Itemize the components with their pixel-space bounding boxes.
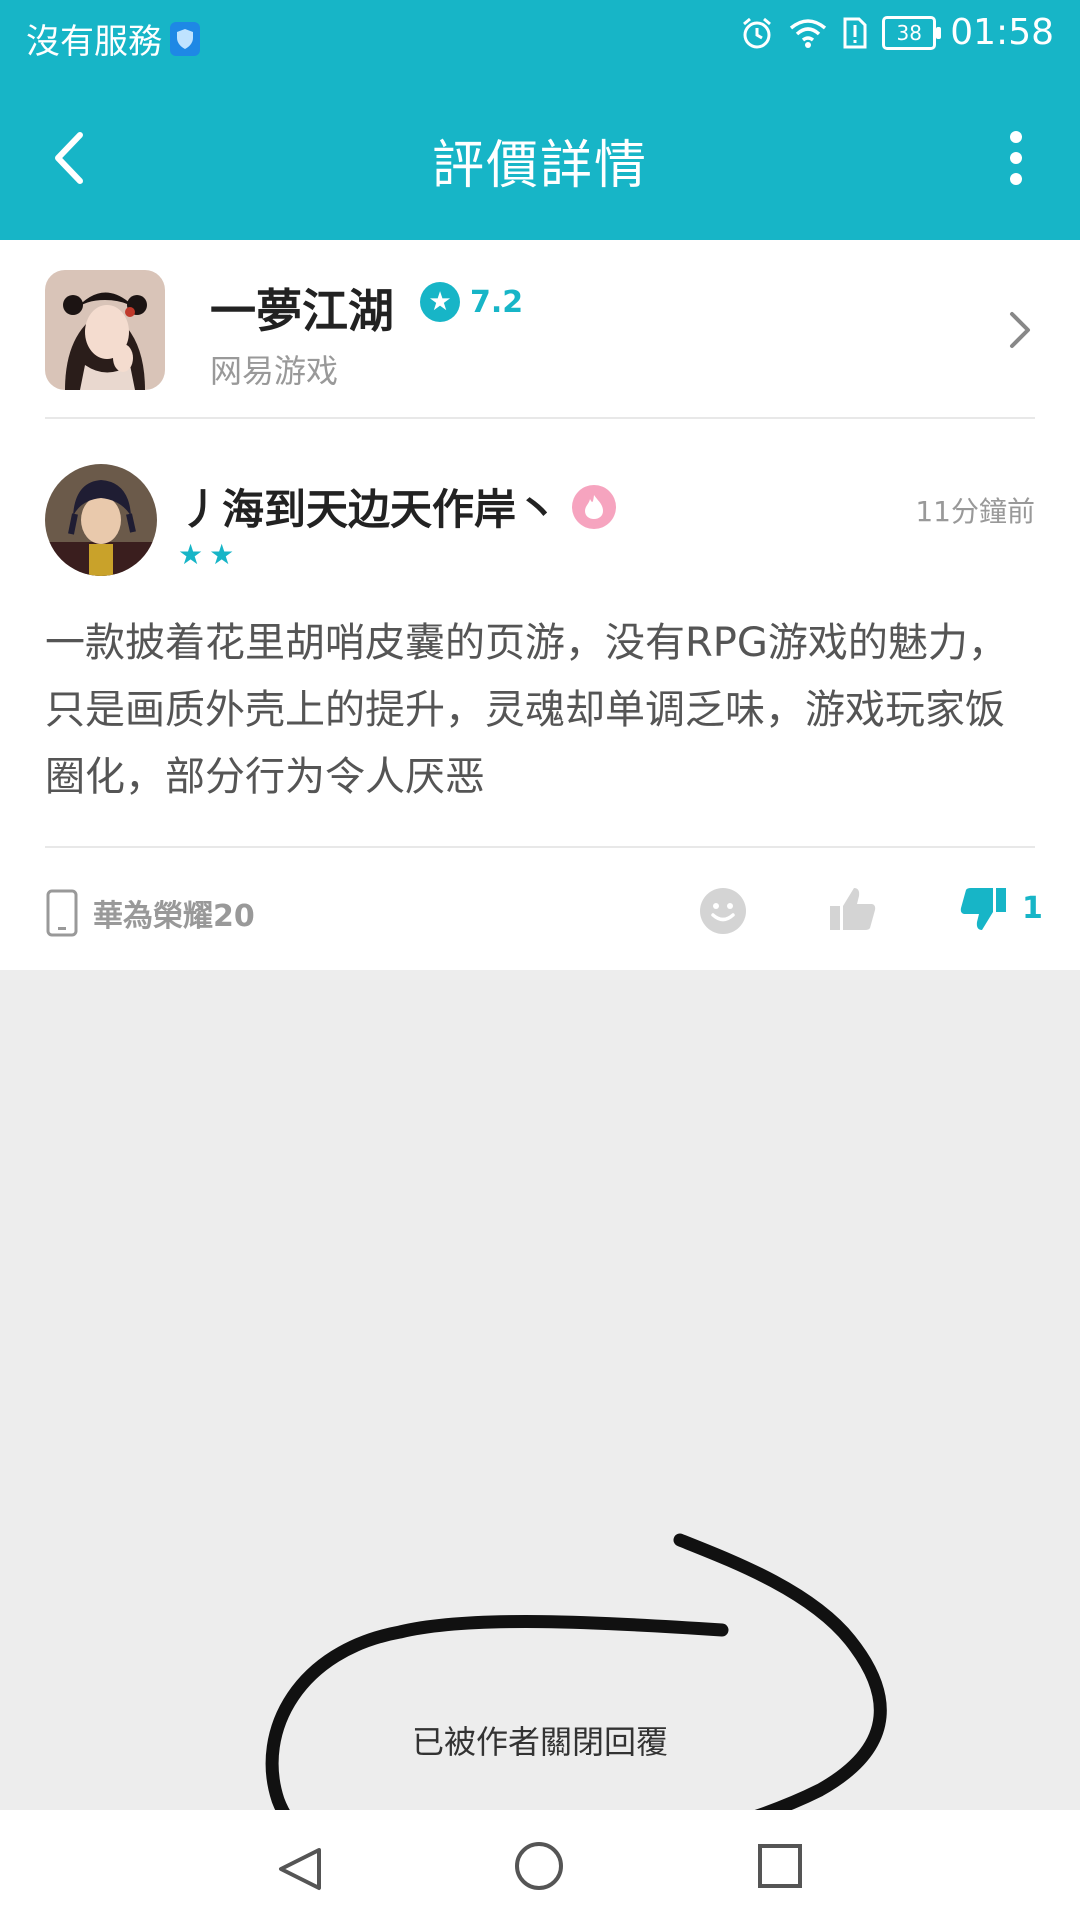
review-stars: ★★ [178,538,241,571]
device-info: 華為榮耀20 [45,888,255,938]
system-nav-bar [0,1810,1080,1920]
wifi-icon [790,18,827,48]
status-right: 38 01:58 [740,12,1054,53]
shield-icon [170,21,200,56]
nav-home-icon[interactable] [515,1842,563,1890]
carrier-text: 沒有服務 [26,22,162,62]
status-bar: 沒有服務 38 01:58 [0,0,1080,75]
game-name: 一夢江湖 [210,284,394,338]
review-text: 一款披着花里胡哨皮囊的页游，没有RPG游戏的魅力，只是画质外壳上的提升，灵魂却单… [45,620,1008,800]
game-info-row[interactable]: 一夢江湖 ★ 7.2 网易游戏 [0,240,1080,418]
username-text: 丿海到天边天作岸丶 [180,485,559,534]
dislike-count: 1 [1022,891,1043,926]
nav-recents-icon[interactable] [758,1844,802,1888]
more-vertical-icon [1010,131,1022,185]
divider [45,846,1035,848]
emoji-react-button[interactable] [700,888,746,934]
avatar[interactable] [45,464,157,576]
smile-icon [711,903,735,922]
battery-level: 38 [896,20,922,45]
nav-back-icon[interactable] [275,1844,325,1894]
battery-icon: 38 [882,15,942,50]
username[interactable]: 丿海到天边天作岸丶 [180,476,617,537]
dislike-button[interactable] [958,884,1008,934]
flame-badge-icon [572,484,617,529]
review-timestamp: 11分鐘前 [915,495,1035,528]
star-icon: ★ [420,282,460,322]
review-card: 一夢江湖 ★ 7.2 网易游戏 丿海到天边天作岸丶 ★★ 11分鐘前 一款披着花… [0,240,1080,970]
clock-time: 01:58 [950,12,1054,53]
like-button[interactable] [828,884,878,934]
alarm-icon [743,17,772,48]
game-rating: ★ 7.2 [420,282,523,322]
phone-icon [46,889,78,937]
replies-closed-note: 已被作者關閉回覆 [411,1723,668,1761]
thumbs-up-icon [830,888,876,930]
sim-alert-icon [843,17,867,48]
app-bar: 評價詳情 [0,75,1080,240]
divider [45,417,1035,419]
status-left: 沒有服務 [26,14,200,63]
more-options-button[interactable] [986,123,1046,193]
device-name: 華為榮耀20 [93,899,255,934]
thumbs-down-icon [960,888,1006,930]
game-publisher: 网易游戏 [210,352,339,390]
game-icon [45,270,165,390]
page-title: 評價詳情 [431,136,648,196]
rating-value: 7.2 [470,284,524,320]
chevron-right-icon [1010,312,1030,348]
